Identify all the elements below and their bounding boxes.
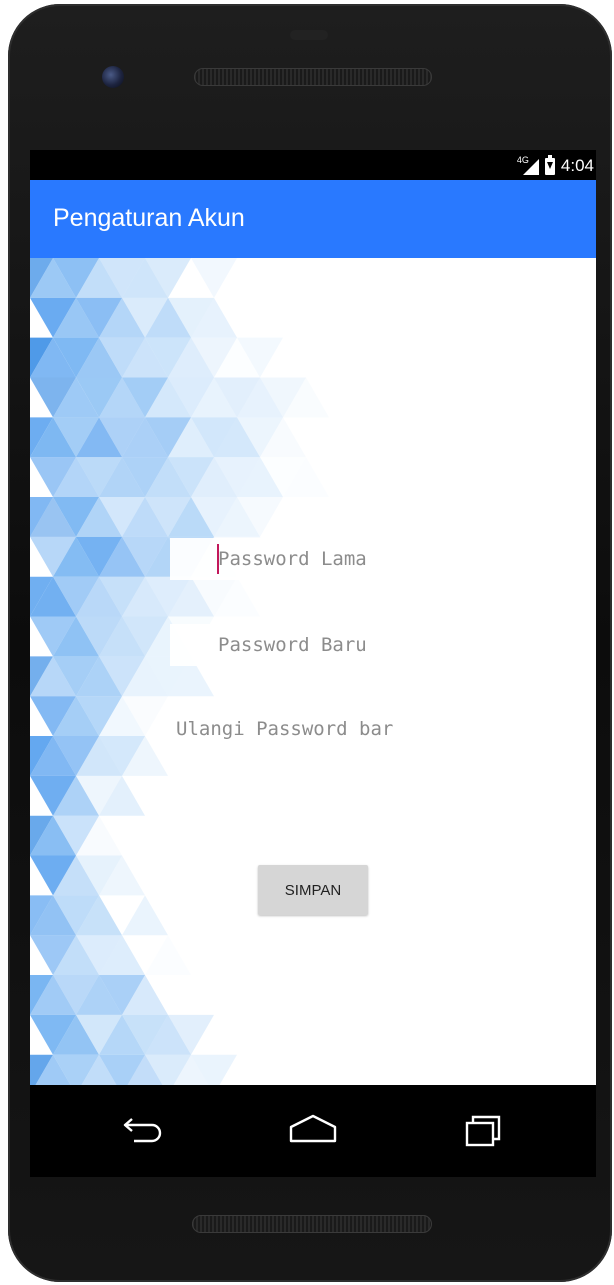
recents-icon[interactable]	[464, 1113, 504, 1149]
battery-charging-icon	[544, 154, 555, 175]
earpiece	[290, 30, 328, 40]
bottom-speaker-grille	[192, 1215, 432, 1233]
old-password-field[interactable]	[170, 538, 440, 580]
status-time: 4:04	[560, 156, 594, 175]
settings-content: SIMPAN	[30, 258, 596, 1085]
new-password-field[interactable]	[170, 624, 440, 666]
background-pattern	[30, 258, 329, 1085]
app-bar: Pengaturan Akun	[30, 180, 596, 258]
status-bar: 4G 4:04	[30, 150, 596, 180]
navigation-bar	[30, 1085, 596, 1177]
front-camera	[102, 66, 124, 88]
pattern-triangle	[122, 895, 168, 936]
pattern-triangle	[191, 258, 237, 298]
page-title: Pengaturan Akun	[53, 204, 245, 232]
signal-icon: 4G	[517, 155, 539, 175]
phone-frame: 4G 4:04 Pengaturan Akun SIMPAN	[8, 4, 612, 1282]
top-speaker-grille	[194, 68, 432, 86]
device-screen: 4G 4:04 Pengaturan Akun SIMPAN	[30, 150, 596, 1177]
home-icon[interactable]	[283, 1111, 343, 1147]
pattern-triangle	[145, 935, 191, 976]
text-cursor	[217, 544, 219, 574]
back-icon[interactable]	[122, 1115, 166, 1145]
save-button[interactable]: SIMPAN	[258, 865, 368, 915]
confirm-password-field[interactable]	[170, 708, 458, 750]
status-icons: 4G 4:04	[517, 154, 594, 177]
